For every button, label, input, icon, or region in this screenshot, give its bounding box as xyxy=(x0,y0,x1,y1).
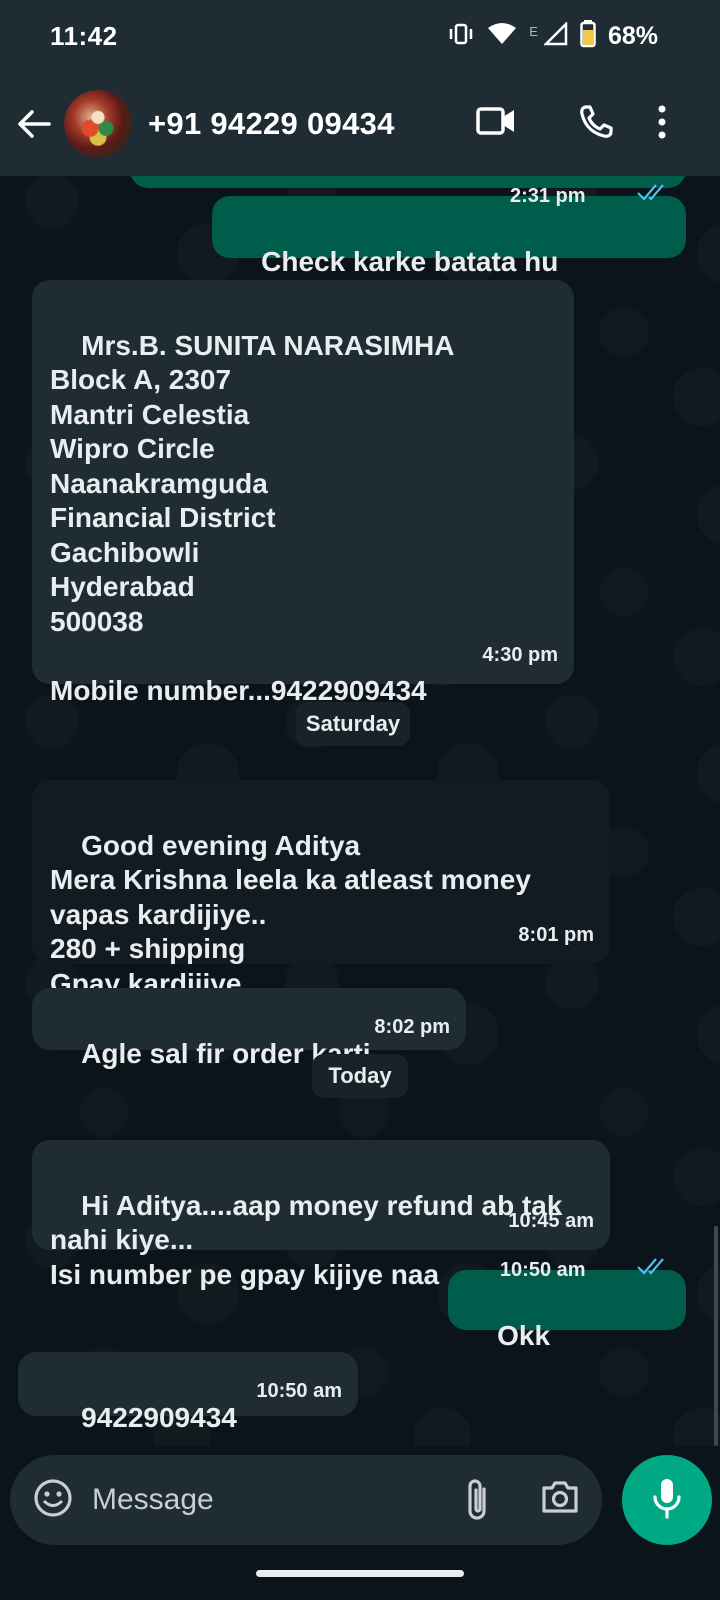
emoji-icon[interactable] xyxy=(32,1477,74,1524)
status-bar: 11:42 E 68% xyxy=(0,0,720,72)
message-bubble-in[interactable]: Mrs.B. SUNITA NARASIMHA Block A, 2307 Ma… xyxy=(32,280,574,706)
message-meta: 2:31 pm xyxy=(510,176,670,248)
more-vert-icon[interactable] xyxy=(656,104,668,140)
home-gesture-handle[interactable] xyxy=(256,1570,464,1577)
network-type-label: E xyxy=(529,23,538,39)
scrollbar[interactable] xyxy=(714,1226,718,1446)
message-text: Mrs.B. SUNITA NARASIMHA Block A, 2307 Ma… xyxy=(50,329,455,706)
day-separator: Today xyxy=(312,1054,408,1098)
message-bubble-in[interactable]: 9422909434 10:50 am xyxy=(18,1352,358,1433)
back-arrow-icon[interactable] xyxy=(14,104,54,144)
message-time: 10:50 am xyxy=(499,1259,586,1281)
message-bubble-in[interactable]: Agle sal fir order karti 8:02 pm xyxy=(32,988,466,1069)
system-nav-bar xyxy=(0,1552,720,1600)
message-time: 8:01 pm xyxy=(518,923,594,946)
message-meta: 8:02 pm xyxy=(374,1010,450,1045)
status-time: 11:42 xyxy=(50,20,118,51)
day-separator: Saturday xyxy=(296,702,410,746)
attach-icon[interactable] xyxy=(462,1477,492,1528)
message-time: 10:50 am xyxy=(256,1379,342,1402)
message-meta: 4:30 pm xyxy=(482,638,558,673)
message-bubble-out[interactable]: Okk 10:50 am xyxy=(448,1258,686,1351)
message-meta: 10:50 am xyxy=(256,1374,342,1409)
wifi-icon xyxy=(487,22,517,51)
chat-area[interactable]: Check karke batata hu 2:31 pm Mrs.B. SUN… xyxy=(0,176,720,1446)
message-time: 8:02 pm xyxy=(374,1015,450,1038)
double-check-icon xyxy=(592,176,670,248)
message-meta: 8:01 pm xyxy=(518,918,594,953)
message-text: Check karke batata hu xyxy=(261,245,559,277)
message-text: 9422909434 xyxy=(81,1401,237,1433)
battery-icon xyxy=(580,19,596,53)
vibrate-icon xyxy=(447,22,475,51)
double-check-icon xyxy=(592,1219,670,1323)
voice-call-icon[interactable] xyxy=(578,104,614,140)
message-time: 4:30 pm xyxy=(482,643,558,666)
mic-icon xyxy=(652,1477,682,1524)
message-composer[interactable]: Message xyxy=(10,1455,602,1545)
message-input[interactable]: Message xyxy=(92,1483,214,1517)
chat-header: +91 94229 09434 xyxy=(0,72,720,176)
avatar[interactable] xyxy=(64,90,132,158)
camera-icon[interactable] xyxy=(540,1479,580,1520)
status-icons: E 68% xyxy=(447,19,658,53)
message-bubble-out[interactable]: Check karke batata hu 2:31 pm xyxy=(212,184,686,277)
video-call-icon[interactable] xyxy=(476,106,516,136)
message-meta: 10:50 am xyxy=(500,1219,670,1323)
mic-button[interactable] xyxy=(622,1455,712,1545)
contact-name[interactable]: +91 94229 09434 xyxy=(148,106,395,142)
message-time: 2:31 pm xyxy=(509,185,586,207)
signal-icon xyxy=(542,20,568,51)
battery-percent: 68% xyxy=(607,21,658,50)
message-text: Okk xyxy=(497,1319,551,1351)
message-bubble-in[interactable]: Good evening Aditya Mera Krishna leela k… xyxy=(32,780,610,999)
message-text: Good evening Aditya Mera Krishna leela k… xyxy=(50,829,531,999)
